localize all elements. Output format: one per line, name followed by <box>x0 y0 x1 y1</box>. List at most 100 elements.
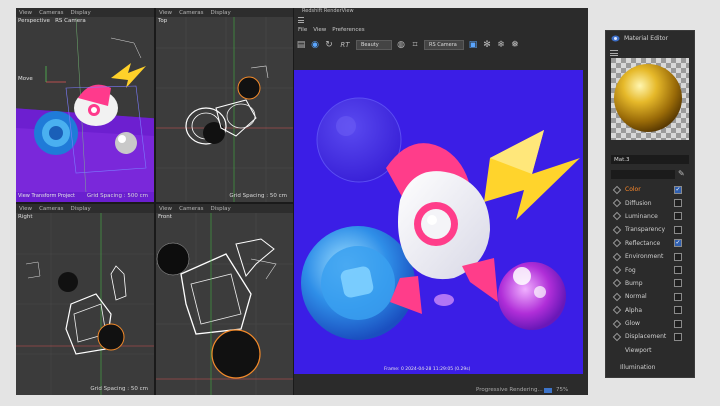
crop-icon[interactable]: ⌗ <box>410 40 420 50</box>
channel-illumination[interactable]: Illumination <box>606 361 694 374</box>
channel-glow[interactable]: Glow <box>606 317 694 330</box>
channel-displacement[interactable]: Displacement <box>606 330 694 343</box>
viewport-menu-cameras[interactable]: Cameras <box>39 10 63 16</box>
channel-list: Color ✓ Diffusion Luminance Transparency Refl… <box>606 183 694 374</box>
menu-file[interactable]: File <box>298 27 307 35</box>
channel-checkbox[interactable] <box>674 319 682 328</box>
viewport-name: Right <box>18 214 33 220</box>
render-percent: 75% <box>556 387 569 393</box>
viewport-menu-cameras[interactable]: Cameras <box>179 206 203 212</box>
channel-checkbox[interactable]: ✓ <box>674 185 682 194</box>
eyedropper-icon[interactable]: ✎ <box>678 169 685 178</box>
channel-diamond-icon <box>612 305 622 315</box>
viewport-menu-bar: View Cameras Display <box>156 8 293 17</box>
viewport-camera: RS Camera <box>55 18 86 24</box>
channel-environment[interactable]: Environment <box>606 250 694 263</box>
channel-color[interactable]: Color ✓ <box>606 183 694 196</box>
viewport-menu-display[interactable]: Display <box>211 10 231 16</box>
refresh-icon[interactable]: ↻ <box>324 40 334 50</box>
viewport-perspective[interactable]: View Cameras Display Perspective RS Came… <box>16 8 154 202</box>
frame-info: Frame: 0 2024-04-28 11:29:05 (0.29s) <box>384 367 471 372</box>
channel-diamond-icon <box>612 225 622 235</box>
viewport-menu-bar: View Cameras Display <box>156 204 293 213</box>
render-start-icon[interactable]: ◉ <box>310 40 320 50</box>
lock-icon[interactable]: ▣ <box>468 40 478 50</box>
viewport-menu-display[interactable]: Display <box>71 10 91 16</box>
viewport-menu-view[interactable]: View <box>19 10 32 16</box>
material-secondary-field[interactable] <box>611 170 675 179</box>
channel-transparency[interactable]: Transparency <box>606 223 694 236</box>
material-editor-icon <box>611 35 620 42</box>
cinema4d-window: View Cameras Display Perspective RS Came… <box>16 8 588 395</box>
viewport-top[interactable]: View Cameras Display Top Grid Spacing : … <box>156 8 293 202</box>
aov-select[interactable]: Beauty <box>356 40 392 50</box>
channel-diamond-icon <box>612 332 622 342</box>
channel-diamond-icon <box>612 212 622 221</box>
render-progress-bar <box>544 388 552 393</box>
channel-diffusion[interactable]: Diffusion <box>606 196 694 209</box>
render-output[interactable] <box>294 70 583 374</box>
viewport-name: Perspective RS Camera <box>18 18 86 24</box>
viewport-menu-view[interactable]: View <box>159 206 172 212</box>
channel-checkbox[interactable] <box>674 292 682 301</box>
viewport-menu-display[interactable]: Display <box>71 206 91 212</box>
channel-fog[interactable]: Fog <box>606 263 694 276</box>
right-scene <box>16 213 154 395</box>
channel-reflectance[interactable]: Reflectance ✓ <box>606 237 694 250</box>
viewport-menu-view[interactable]: View <box>159 10 172 16</box>
rt-toggle[interactable]: RT <box>338 40 352 50</box>
tool-label: Move <box>18 76 33 82</box>
material-preview[interactable] <box>611 58 689 140</box>
channel-label: Diffusion <box>625 199 652 207</box>
material-editor-header: Material Editor <box>606 31 694 46</box>
rendered-scene <box>301 97 580 340</box>
snowflake-icon[interactable]: ❄ <box>496 40 506 50</box>
viewport-menu-view[interactable]: View <box>19 206 32 212</box>
viewport-name: Top <box>158 18 168 24</box>
perspective-scene <box>16 17 154 194</box>
channel-checkbox[interactable] <box>674 332 682 341</box>
menu-icon[interactable] <box>610 50 618 56</box>
channel-viewport[interactable]: Viewport <box>606 344 694 357</box>
channel-checkbox[interactable] <box>674 266 682 275</box>
channel-label: Reflectance <box>625 239 661 247</box>
viewport-right[interactable]: View Cameras Display Right Grid Spacing … <box>16 204 154 395</box>
channel-alpha[interactable]: Alpha <box>606 304 694 317</box>
channel-label: Fog <box>625 266 636 274</box>
top-scene <box>156 17 293 202</box>
viewport-menu-cameras[interactable]: Cameras <box>39 206 63 212</box>
snapshot-icon[interactable]: ▤ <box>296 40 306 50</box>
settings-icon[interactable]: ✻ <box>482 40 492 50</box>
viewport-menu-bar: View Cameras Display <box>16 8 154 17</box>
channel-checkbox[interactable] <box>674 199 682 208</box>
channel-checkbox[interactable] <box>674 225 682 234</box>
channel-checkbox[interactable] <box>674 306 682 315</box>
viewport-front[interactable]: View Cameras Display Front <box>156 204 293 395</box>
channel-label: Color <box>625 186 641 194</box>
channel-normal[interactable]: Normal <box>606 290 694 303</box>
channel-diamond-icon <box>612 198 622 208</box>
display-icon[interactable]: ◍ <box>396 40 406 50</box>
snowflake-alt-icon[interactable]: ❅ <box>510 40 520 50</box>
channel-checkbox[interactable] <box>674 279 682 288</box>
viewport-menu-display[interactable]: Display <box>211 206 231 212</box>
render-status: Progressive Rendering... <box>476 387 543 393</box>
camera-select[interactable]: RS Camera <box>424 40 464 50</box>
viewport-menu-cameras[interactable]: Cameras <box>179 10 203 16</box>
material-name-field[interactable]: Mat.3 <box>611 155 689 164</box>
render-view-menu: File View Preferences <box>294 27 365 35</box>
channel-diamond-icon <box>612 252 622 261</box>
menu-preferences[interactable]: Preferences <box>332 27 364 35</box>
channel-diamond-icon <box>612 279 622 288</box>
menu-icon[interactable] <box>298 17 304 23</box>
channel-bump[interactable]: Bump <box>606 277 694 290</box>
channel-luminance[interactable]: Luminance <box>606 210 694 223</box>
channel-label: Normal <box>625 293 647 301</box>
channel-checkbox[interactable] <box>674 212 682 221</box>
channel-checkbox[interactable] <box>674 252 682 261</box>
channel-diamond-icon <box>612 239 622 248</box>
channel-label: Viewport <box>625 346 652 354</box>
menu-view[interactable]: View <box>313 27 326 35</box>
channel-checkbox[interactable]: ✓ <box>674 239 682 248</box>
render-view-panel: Redshift RenderView File View Preference… <box>294 8 588 395</box>
